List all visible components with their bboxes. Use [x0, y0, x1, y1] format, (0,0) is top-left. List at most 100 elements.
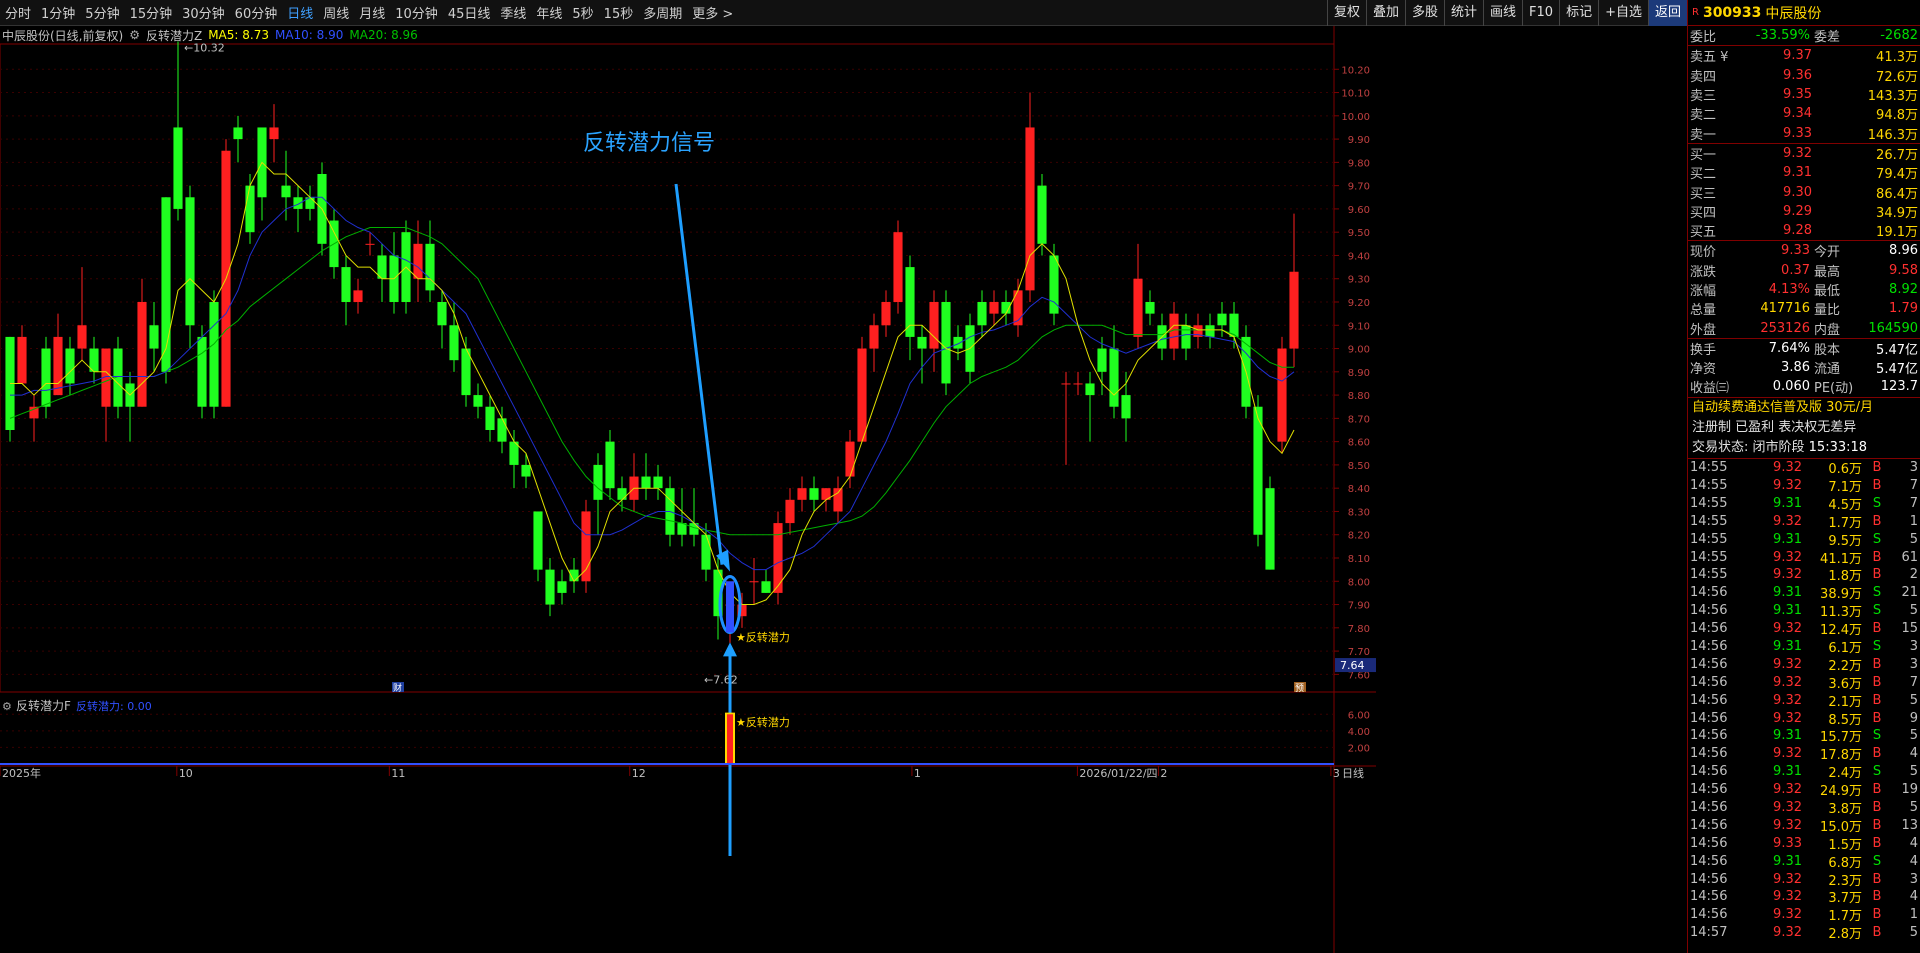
trade-row: 14:55 9.32 7.1万 B 7: [1688, 477, 1920, 495]
period-tab-6[interactable]: 日线: [282, 3, 318, 22]
kline-chart[interactable]: 10.20 10.10 10.00 9.90 9.80 9.70 9.60 9.50 9.40 9…: [0, 26, 1376, 953]
trade-count: 1: [1909, 907, 1918, 923]
tool-button-5[interactable]: F10: [1522, 0, 1559, 26]
tool-button-8[interactable]: 返回: [1647, 0, 1687, 26]
trade-price: 9.32: [1773, 800, 1802, 815]
candle-body: [1277, 348, 1287, 442]
trade-count: 5: [1909, 603, 1918, 619]
buy-row-1: 买二 9.31 79.4万: [1688, 163, 1920, 182]
trade-price: 9.32: [1773, 621, 1802, 637]
trade-status: 交易状态: 闭市阶段 15:33:18: [1688, 438, 1920, 458]
trade-price: 9.31: [1773, 495, 1802, 511]
tool-button-1[interactable]: 叠加: [1365, 0, 1405, 26]
settings-icon[interactable]: ⚙: [129, 28, 140, 42]
stat-value-2: 5.47亿: [1876, 342, 1918, 358]
ytick-label: 9.80: [1348, 158, 1370, 169]
trade-count: 5: [1909, 800, 1918, 815]
ytick-label: 9.70: [1348, 182, 1370, 193]
signal-title: 反转潜力信号: [583, 131, 715, 156]
trade-row: 14:55 9.32 1.7万 B 1: [1688, 512, 1920, 531]
ytick-label: 10.10: [1341, 89, 1370, 100]
trade-row: 14:56 9.32 17.8万 B 4: [1688, 745, 1920, 763]
stat-label: 涨跌: [1690, 264, 1717, 280]
candle-body: [149, 325, 159, 349]
trade-count: 7: [1909, 674, 1918, 690]
trade-count: 3: [1909, 871, 1918, 887]
period-tab-8[interactable]: 月线: [354, 3, 390, 22]
period-tab-3[interactable]: 15分钟: [125, 3, 178, 22]
trade-row: 14:56 9.31 6.1万 S 3: [1688, 638, 1920, 656]
trade-count: 4: [1909, 835, 1918, 851]
buy-label: 买一: [1690, 147, 1717, 163]
candle-body: [1085, 383, 1095, 396]
trade-row: 14:56 9.32 24.9万 B 19: [1688, 781, 1920, 799]
trade-price: 9.32: [1773, 782, 1802, 798]
period-tab-1[interactable]: 1分钟: [36, 3, 80, 22]
period-tab-0[interactable]: 分时: [0, 3, 36, 22]
stat-label: 外盘: [1690, 322, 1717, 338]
stat-row-1: 净资 3.86 流通 5.47亿: [1688, 358, 1920, 377]
trade-count: 61: [1901, 549, 1918, 565]
tool-button-0[interactable]: 复权: [1326, 0, 1366, 26]
trade-volume: 0.6万: [1828, 462, 1862, 478]
weibi-row: 委比 -33.59% 委差 -2682: [1688, 26, 1920, 45]
candle-body: [977, 302, 987, 326]
period-tab-14[interactable]: 15秒: [599, 3, 639, 22]
trade-time: 14:56: [1690, 817, 1728, 833]
period-tab-4[interactable]: 30分钟: [177, 3, 230, 22]
trade-count: 7: [1909, 477, 1918, 493]
period-tab-10[interactable]: 45日线: [443, 3, 496, 22]
period-tab-13[interactable]: 5秒: [567, 3, 598, 22]
sub-value-label: 反转潜力: 0.00: [76, 699, 152, 713]
sell-row-2: 卖三 9.35 143.3万: [1688, 85, 1920, 104]
candle-body: [929, 302, 939, 349]
stat-row-0: 换手 7.64% 股本 5.47亿: [1688, 339, 1920, 358]
candle-body: [437, 302, 447, 326]
sell-label: 卖五 ¥: [1690, 50, 1729, 66]
candle-body: [1121, 395, 1131, 419]
period-tab-5[interactable]: 60分钟: [230, 3, 283, 22]
period-tab-9[interactable]: 10分钟: [390, 3, 443, 22]
period-tab-2[interactable]: 5分钟: [80, 3, 124, 22]
period-tab-11[interactable]: 季线: [495, 3, 531, 22]
period-tab-7[interactable]: 周线: [318, 3, 354, 22]
trade-row: 14:56 9.31 6.8万 S 4: [1688, 852, 1920, 871]
candle-body: [1181, 325, 1191, 349]
tool-button-3[interactable]: 统计: [1444, 0, 1483, 26]
ytick-label: 9.90: [1348, 135, 1370, 146]
candle-body: [497, 418, 507, 442]
period-tab-16[interactable]: 更多 >: [687, 3, 738, 22]
signal-label: ★反转潜力: [736, 630, 790, 644]
ma10-label: MA10: 8.90: [274, 28, 344, 42]
trade-price: 9.32: [1773, 477, 1802, 493]
trade-price: 9.32: [1773, 925, 1802, 941]
trade-row: 14:56 9.32 2.1万 B 5: [1688, 691, 1920, 710]
xtick-label: 11: [391, 767, 405, 780]
indicator-name[interactable]: 反转潜力Z: [146, 27, 202, 44]
xtick-label: 3: [1333, 767, 1340, 780]
tool-button-7[interactable]: +自选: [1598, 0, 1648, 26]
trade-volume: 1.7万: [1828, 515, 1862, 531]
stat-value: 0.37: [1781, 262, 1810, 278]
tool-button-6[interactable]: 标记: [1559, 0, 1598, 26]
tool-button-2[interactable]: 多股: [1404, 0, 1444, 26]
trade-side: B: [1872, 674, 1882, 690]
trade-volume: 2.4万: [1828, 766, 1862, 782]
stat-row-4: 外盘 253126 内盘 164590: [1688, 318, 1920, 338]
trade-time: 14:56: [1690, 692, 1728, 708]
trade-side: B: [1872, 925, 1882, 941]
quote-stats-2: 换手 7.64% 股本 5.47亿 净资 3.86 流通 5.47亿 收益㈢ 0.060 PE(动)…: [1688, 339, 1920, 397]
ytick-label: 7.90: [1348, 601, 1370, 612]
candle-body: [893, 232, 903, 302]
tool-button-4[interactable]: 画线: [1483, 0, 1522, 26]
period-tab-12[interactable]: 年线: [531, 3, 567, 22]
promo-banner[interactable]: 自动续费通达信普及版 30元/月: [1688, 398, 1920, 418]
trade-row: 14:56 9.32 2.3万 B 3: [1688, 870, 1920, 889]
stat-label-2: PE(动): [1814, 381, 1854, 397]
period-tab-15[interactable]: 多周期: [638, 3, 687, 22]
stat-label-2: 股本: [1814, 342, 1841, 358]
trade-row: 14:55 9.32 0.6万 B 3: [1688, 459, 1920, 477]
ytick-label: 9.60: [1348, 205, 1370, 216]
trade-volume: 6.1万: [1828, 641, 1862, 656]
quote-header: R 300933 中辰股份: [1688, 0, 1920, 26]
